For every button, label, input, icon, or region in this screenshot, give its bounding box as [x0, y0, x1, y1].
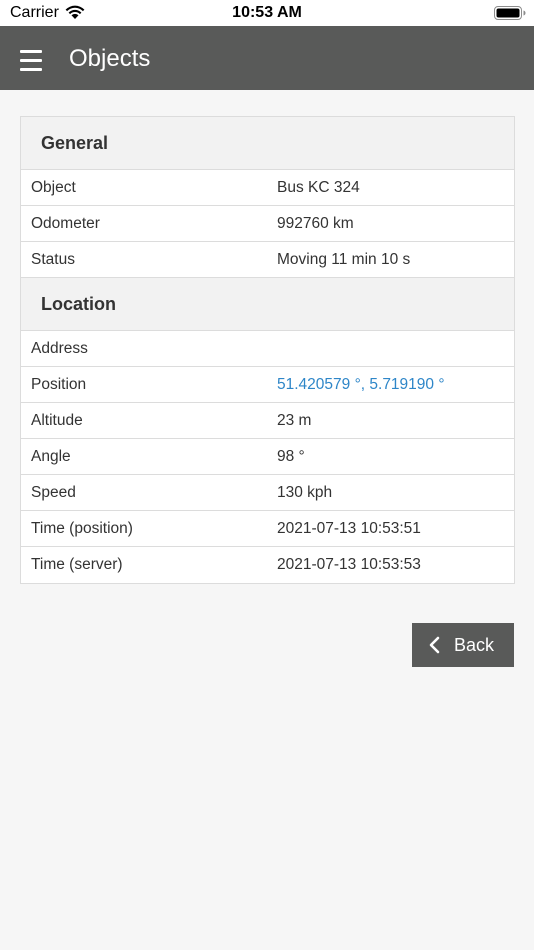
table-row: Position 51.420579 °, 5.719190 ° [21, 367, 514, 403]
section-header-location: Location [21, 278, 514, 331]
object-details: General Object Bus KC 324 Odometer 99276… [20, 116, 515, 584]
row-value: Moving 11 min 10 s [277, 250, 411, 268]
row-label: Object [31, 178, 76, 196]
row-value: 130 kph [277, 483, 333, 501]
table-row: Object Bus KC 324 [21, 170, 514, 206]
status-bar: Carrier 10:53 AM [0, 0, 534, 26]
table-row: Odometer 992760 km [21, 206, 514, 242]
row-label: Position [31, 375, 87, 393]
row-value: 2021-07-13 10:53:51 [277, 519, 421, 537]
details-table: General Object Bus KC 324 Odometer 99276… [20, 116, 515, 584]
row-value: 98 ° [277, 447, 305, 465]
row-label: Status [31, 250, 75, 268]
row-label: Speed [31, 483, 76, 501]
row-label: Address [31, 339, 88, 357]
row-label: Time (server) [31, 556, 123, 573]
row-label: Angle [31, 447, 71, 465]
chevron-left-icon [429, 636, 440, 654]
battery-icon [494, 6, 526, 20]
table-row: Address [21, 331, 514, 367]
table-row: Status Moving 11 min 10 s [21, 242, 514, 278]
row-label: Time (position) [31, 519, 133, 537]
row-value: 992760 km [277, 214, 354, 232]
row-label: Altitude [31, 411, 83, 429]
table-row: Altitude 23 m [21, 403, 514, 439]
back-button[interactable]: Back [412, 623, 514, 667]
row-value: 23 m [277, 411, 312, 429]
status-clock: 10:53 AM [232, 4, 302, 21]
back-button-label: Back [453, 634, 495, 655]
position-link[interactable]: 51.420579 °, 5.719190 ° [277, 376, 445, 394]
row-value: Bus KC 324 [277, 178, 360, 196]
section-header-general: General [21, 117, 514, 170]
app-header: Objects [0, 26, 534, 90]
hamburger-menu-icon[interactable] [20, 50, 42, 71]
table-row: Time (server) 2021-07-13 10:53:53 [21, 547, 514, 583]
row-value: 2021-07-13 10:53:53 [277, 556, 421, 573]
table-row: Time (position) 2021-07-13 10:53:51 [21, 511, 514, 547]
table-row: Speed 130 kph [21, 475, 514, 511]
page-title: Objects [69, 45, 151, 72]
row-label: Odometer [31, 214, 100, 232]
table-row: Angle 98 ° [21, 439, 514, 475]
